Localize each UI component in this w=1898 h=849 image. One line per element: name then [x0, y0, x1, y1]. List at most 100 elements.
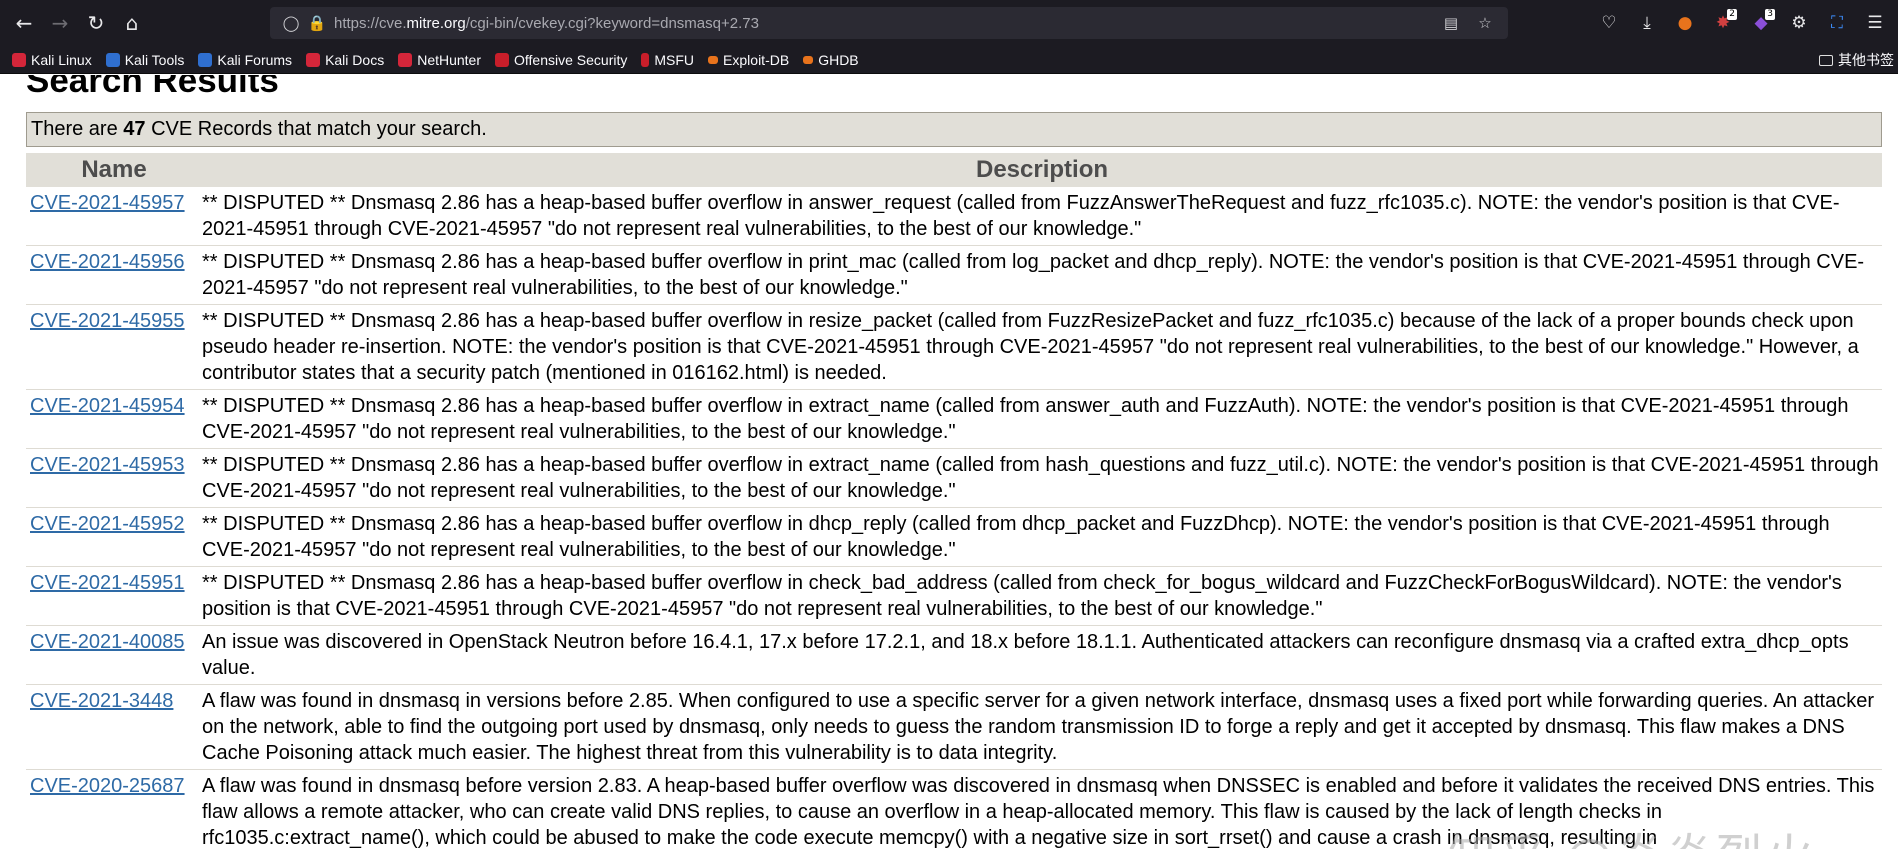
lock-icon[interactable]: 🔒: [304, 14, 330, 32]
cve-description: An issue was discovered in OpenStack Neu…: [202, 631, 1849, 679]
column-header-description: Description: [975, 156, 1109, 183]
table-row: CVE-2021-45953 ** DISPUTED ** Dnsmasq 2.…: [26, 449, 1882, 508]
table-row: CVE-2021-45951 ** DISPUTED ** Dnsmasq 2.…: [26, 567, 1882, 626]
bookmark-label: Kali Tools: [124, 51, 185, 68]
kali-dragon-icon: [198, 52, 213, 67]
bookmark-kali-docs[interactable]: Kali Docs: [306, 52, 384, 68]
cve-id-cell: CVE-2021-45953: [26, 452, 202, 504]
pocket-icon[interactable]: ♡: [1592, 6, 1626, 40]
watermark: 知乎 @炎炎烈火: [1448, 817, 1815, 849]
extension-icon[interactable]: ✸ 2: [1706, 6, 1740, 40]
url-path: /cgi-bin/cvekey.cgi?keyword=dnsmasq+2.73: [465, 14, 759, 32]
bookmark-msfu[interactable]: MSFU: [641, 52, 694, 68]
cve-id-cell: CVE-2021-45951: [26, 570, 202, 622]
cve-id-cell: CVE-2021-45954: [26, 393, 202, 445]
address-bar[interactable]: ◯ 🔒 https://cve.mitre.org/cgi-bin/cvekey…: [270, 7, 1508, 39]
cve-link[interactable]: CVE-2021-45953: [30, 454, 185, 476]
url-domain: mitre.org: [406, 14, 466, 32]
cve-description: ** DISPUTED ** Dnsmasq 2.86 has a heap-b…: [202, 251, 1865, 299]
extension-badge: 3: [1765, 9, 1775, 20]
bookmark-label: Kali Docs: [325, 51, 385, 68]
table-row: CVE-2021-40085 An issue was discovered i…: [26, 626, 1882, 685]
extension-icon[interactable]: ◆ 3: [1744, 6, 1778, 40]
bookmark-label: GHDB: [818, 51, 859, 68]
extension-badge: 2: [1727, 9, 1737, 20]
downloads-icon[interactable]: ⤓: [1630, 6, 1664, 40]
page-title: Search Results: [26, 75, 279, 100]
cve-id-cell: CVE-2020-25687: [26, 773, 202, 849]
bookmark-exploit-db[interactable]: Exploit-DB: [708, 52, 789, 68]
bookmark-kali-forums[interactable]: Kali Forums: [198, 52, 292, 68]
bookmark-nethunter[interactable]: NetHunter: [398, 52, 481, 68]
table-row: CVE-2021-45956 ** DISPUTED ** Dnsmasq 2.…: [26, 246, 1882, 305]
back-arrow-icon[interactable]: ←: [6, 5, 42, 41]
cve-id-cell: CVE-2021-45955: [26, 308, 202, 386]
table-row: CVE-2021-45952 ** DISPUTED ** Dnsmasq 2.…: [26, 508, 1882, 567]
table-row: CVE-2021-45957 ** DISPUTED ** Dnsmasq 2.…: [26, 187, 1882, 246]
bookmark-label: MSFU: [654, 51, 695, 68]
browser-toolbar: ← → ↻ ⌂ ◯ 🔒 https://cve.mitre.org/cgi-bi…: [0, 0, 1898, 46]
cve-description: A flaw was found in dnsmasq in versions …: [202, 690, 1874, 764]
other-bookmarks[interactable]: 其他书签: [1819, 46, 1894, 74]
cve-id-cell: CVE-2021-40085: [26, 629, 202, 681]
match-suffix: CVE Records that match your search.: [145, 118, 487, 140]
bookmark-label: Exploit-DB: [723, 51, 790, 68]
match-count: 47: [123, 118, 146, 140]
cve-link[interactable]: CVE-2021-45954: [30, 395, 185, 417]
bookmark-label: NetHunter: [417, 51, 482, 68]
bookmark-offensive-security[interactable]: Offensive Security: [495, 52, 627, 68]
match-prefix: There are: [31, 118, 124, 140]
cve-link[interactable]: CVE-2021-45951: [30, 572, 185, 594]
cve-description: ** DISPUTED ** Dnsmasq 2.86 has a heap-b…: [202, 310, 1859, 384]
bookmarks-bar: Kali Linux Kali Tools Kali Forums Kali D…: [0, 46, 1898, 74]
exploit-db-icon: [708, 55, 719, 64]
bookmark-label: Offensive Security: [514, 51, 628, 68]
kali-dragon-icon: [105, 52, 120, 67]
extension-crop-icon[interactable]: ⛶: [1820, 6, 1854, 40]
folder-icon: [1819, 54, 1833, 66]
cve-id-cell: CVE-2021-45956: [26, 249, 202, 301]
forward-arrow-icon[interactable]: →: [42, 5, 78, 41]
bookmark-kali-tools[interactable]: Kali Tools: [105, 51, 185, 68]
cve-description: ** DISPUTED ** Dnsmasq 2.86 has a heap-b…: [202, 572, 1842, 620]
cve-id-cell: CVE-2021-3448: [26, 688, 202, 766]
menu-icon[interactable]: ☰: [1858, 6, 1892, 40]
cve-description: ** DISPUTED ** Dnsmasq 2.86 has a heap-b…: [202, 395, 1849, 443]
kali-dragon-icon: [12, 52, 26, 67]
bookmark-ghdb[interactable]: GHDB: [803, 51, 859, 68]
nethunter-icon: [398, 52, 413, 67]
url-text[interactable]: https://cve.mitre.org/cgi-bin/cvekey.cgi…: [334, 15, 759, 32]
reader-view-icon[interactable]: ▤: [1438, 14, 1464, 32]
bookmark-kali-linux[interactable]: Kali Linux: [12, 52, 92, 68]
table-row: CVE-2021-45955 ** DISPUTED ** Dnsmasq 2.…: [26, 305, 1882, 390]
cve-link[interactable]: CVE-2021-45957: [30, 192, 185, 214]
cve-link[interactable]: CVE-2021-40085: [30, 631, 185, 653]
bookmark-label: Kali Linux: [31, 51, 92, 68]
table-row: CVE-2021-3448 A flaw was found in dnsmas…: [26, 685, 1882, 770]
page-content: Search Results There are 47 CVE Records …: [0, 75, 1898, 849]
cve-link[interactable]: CVE-2021-45955: [30, 310, 185, 332]
table-row: CVE-2021-45954 ** DISPUTED ** Dnsmasq 2.…: [26, 390, 1882, 449]
column-header-name: Name: [81, 156, 147, 183]
cve-link[interactable]: CVE-2021-45956: [30, 251, 185, 273]
cve-link[interactable]: CVE-2021-3448: [30, 690, 173, 712]
toolbar-right-icons: ♡ ⤓ ● ✸ 2 ◆ 3 ⚙ ⛶ ☰: [1592, 0, 1898, 46]
cve-link[interactable]: CVE-2020-25687: [30, 775, 185, 797]
extension-gear-icon[interactable]: ⚙: [1782, 6, 1816, 40]
table-header: Name Description: [26, 153, 1882, 187]
results-table: Name Description CVE-2021-45957 ** DISPU…: [26, 153, 1882, 849]
other-bookmarks-label: 其他书签: [1838, 52, 1894, 68]
shield-icon[interactable]: ◯: [278, 14, 304, 32]
msfu-icon: [641, 52, 650, 67]
bookmark-label: Kali Forums: [217, 51, 293, 68]
reload-icon[interactable]: ↻: [78, 5, 114, 41]
extension-fox-icon[interactable]: ●: [1668, 6, 1702, 40]
cve-id-cell: CVE-2021-45952: [26, 511, 202, 563]
home-icon[interactable]: ⌂: [114, 5, 150, 41]
cve-id-cell: CVE-2021-45957: [26, 190, 202, 242]
url-prefix: https://cve.: [334, 14, 407, 32]
cve-link[interactable]: CVE-2021-45952: [30, 513, 185, 535]
kali-docs-icon: [306, 52, 321, 67]
ghdb-icon: [803, 55, 814, 64]
bookmark-star-icon[interactable]: ☆: [1472, 14, 1498, 32]
